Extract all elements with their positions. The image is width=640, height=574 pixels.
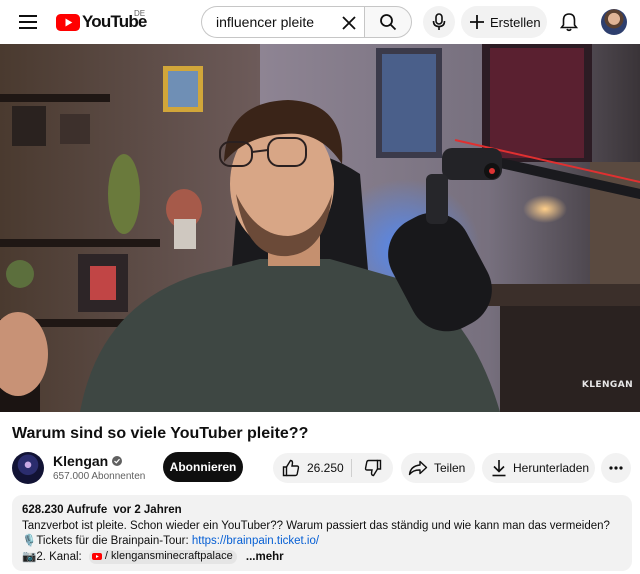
channel-name-link[interactable]: Klengan — [53, 453, 123, 469]
thumbs-down-icon — [364, 459, 381, 477]
create-button[interactable]: Erstellen — [461, 6, 547, 38]
share-label: Teilen — [434, 461, 466, 475]
search-input[interactable]: influencer pleite — [201, 6, 364, 38]
more-vert-icon — [609, 466, 623, 470]
more-actions-button[interactable] — [601, 453, 631, 483]
verified-icon — [112, 456, 123, 466]
like-button[interactable]: 26.250 — [273, 453, 351, 483]
thumbs-up-icon — [282, 459, 300, 477]
mic-icon — [432, 13, 446, 30]
view-count: 628.230 Aufrufe — [22, 504, 108, 516]
plus-icon — [470, 15, 484, 29]
second-channel-name: / klengansminecraftpalace — [104, 549, 233, 562]
notifications-button[interactable] — [553, 6, 585, 38]
search-icon — [380, 14, 397, 31]
description-more-link[interactable]: ...mehr — [246, 551, 284, 563]
menu-icon — [19, 15, 37, 29]
second-channel-chip[interactable]: / klengansminecraftpalace — [88, 549, 237, 564]
youtube-logo[interactable]: YouTube DE — [56, 9, 147, 32]
subscribe-button[interactable]: Abonnieren — [163, 452, 243, 482]
description-line: Tanzverbot ist pleite. Schon wieder ein … — [22, 519, 610, 532]
description-box[interactable]: 628.230 Aufrufe vor 2 Jahren Tanzverbot i… — [12, 495, 632, 571]
tickets-link[interactable]: https://brainpain.ticket.io/ — [192, 535, 319, 547]
channel-avatar[interactable] — [12, 452, 44, 484]
channel-name: Klengan — [53, 453, 109, 469]
download-label: Herunterladen — [513, 461, 590, 475]
close-icon[interactable] — [340, 14, 358, 32]
description-tickets-line: 🎙️Tickets für die Brainpain-Tour: https:… — [22, 534, 622, 550]
download-icon — [492, 460, 506, 477]
like-count: 26.250 — [307, 461, 344, 475]
subscriber-count: 657.000 Abonnenten — [53, 471, 146, 482]
download-button[interactable]: Herunterladen — [482, 453, 595, 483]
video-player[interactable]: KLENGAN — [0, 44, 640, 412]
second-channel-prefix: 📷2. Kanal: — [22, 550, 82, 563]
bell-icon — [560, 13, 578, 32]
create-label: Erstellen — [490, 14, 541, 30]
account-avatar[interactable] — [601, 9, 627, 35]
youtube-logo-icon — [56, 13, 80, 31]
logo-country-code: DE — [134, 9, 146, 18]
share-button[interactable]: Teilen — [401, 453, 475, 483]
share-icon — [408, 460, 428, 476]
video-frame — [0, 44, 640, 412]
dislike-button[interactable] — [352, 453, 393, 483]
tickets-prefix: 🎙️Tickets für die Brainpain-Tour: — [22, 535, 192, 547]
like-dislike-group: 26.250 — [273, 453, 393, 483]
description-channel-line: 📷2. Kanal: / klengansminecraftpalace ...… — [22, 549, 622, 566]
masthead: YouTube DE influencer pleite Erstellen — [0, 0, 640, 44]
description-meta: 628.230 Aufrufe vor 2 Jahren — [22, 503, 622, 519]
guide-menu-button[interactable] — [12, 6, 44, 38]
video-watermark: KLENGAN — [581, 380, 633, 390]
search-query-text: influencer pleite — [216, 14, 315, 30]
video-title: Warum sind so viele YouTuber pleite?? — [12, 425, 309, 442]
youtube-logo-icon — [91, 553, 102, 560]
voice-search-button[interactable] — [423, 6, 455, 38]
search-button[interactable] — [364, 6, 412, 38]
upload-date: vor 2 Jahren — [113, 504, 182, 516]
